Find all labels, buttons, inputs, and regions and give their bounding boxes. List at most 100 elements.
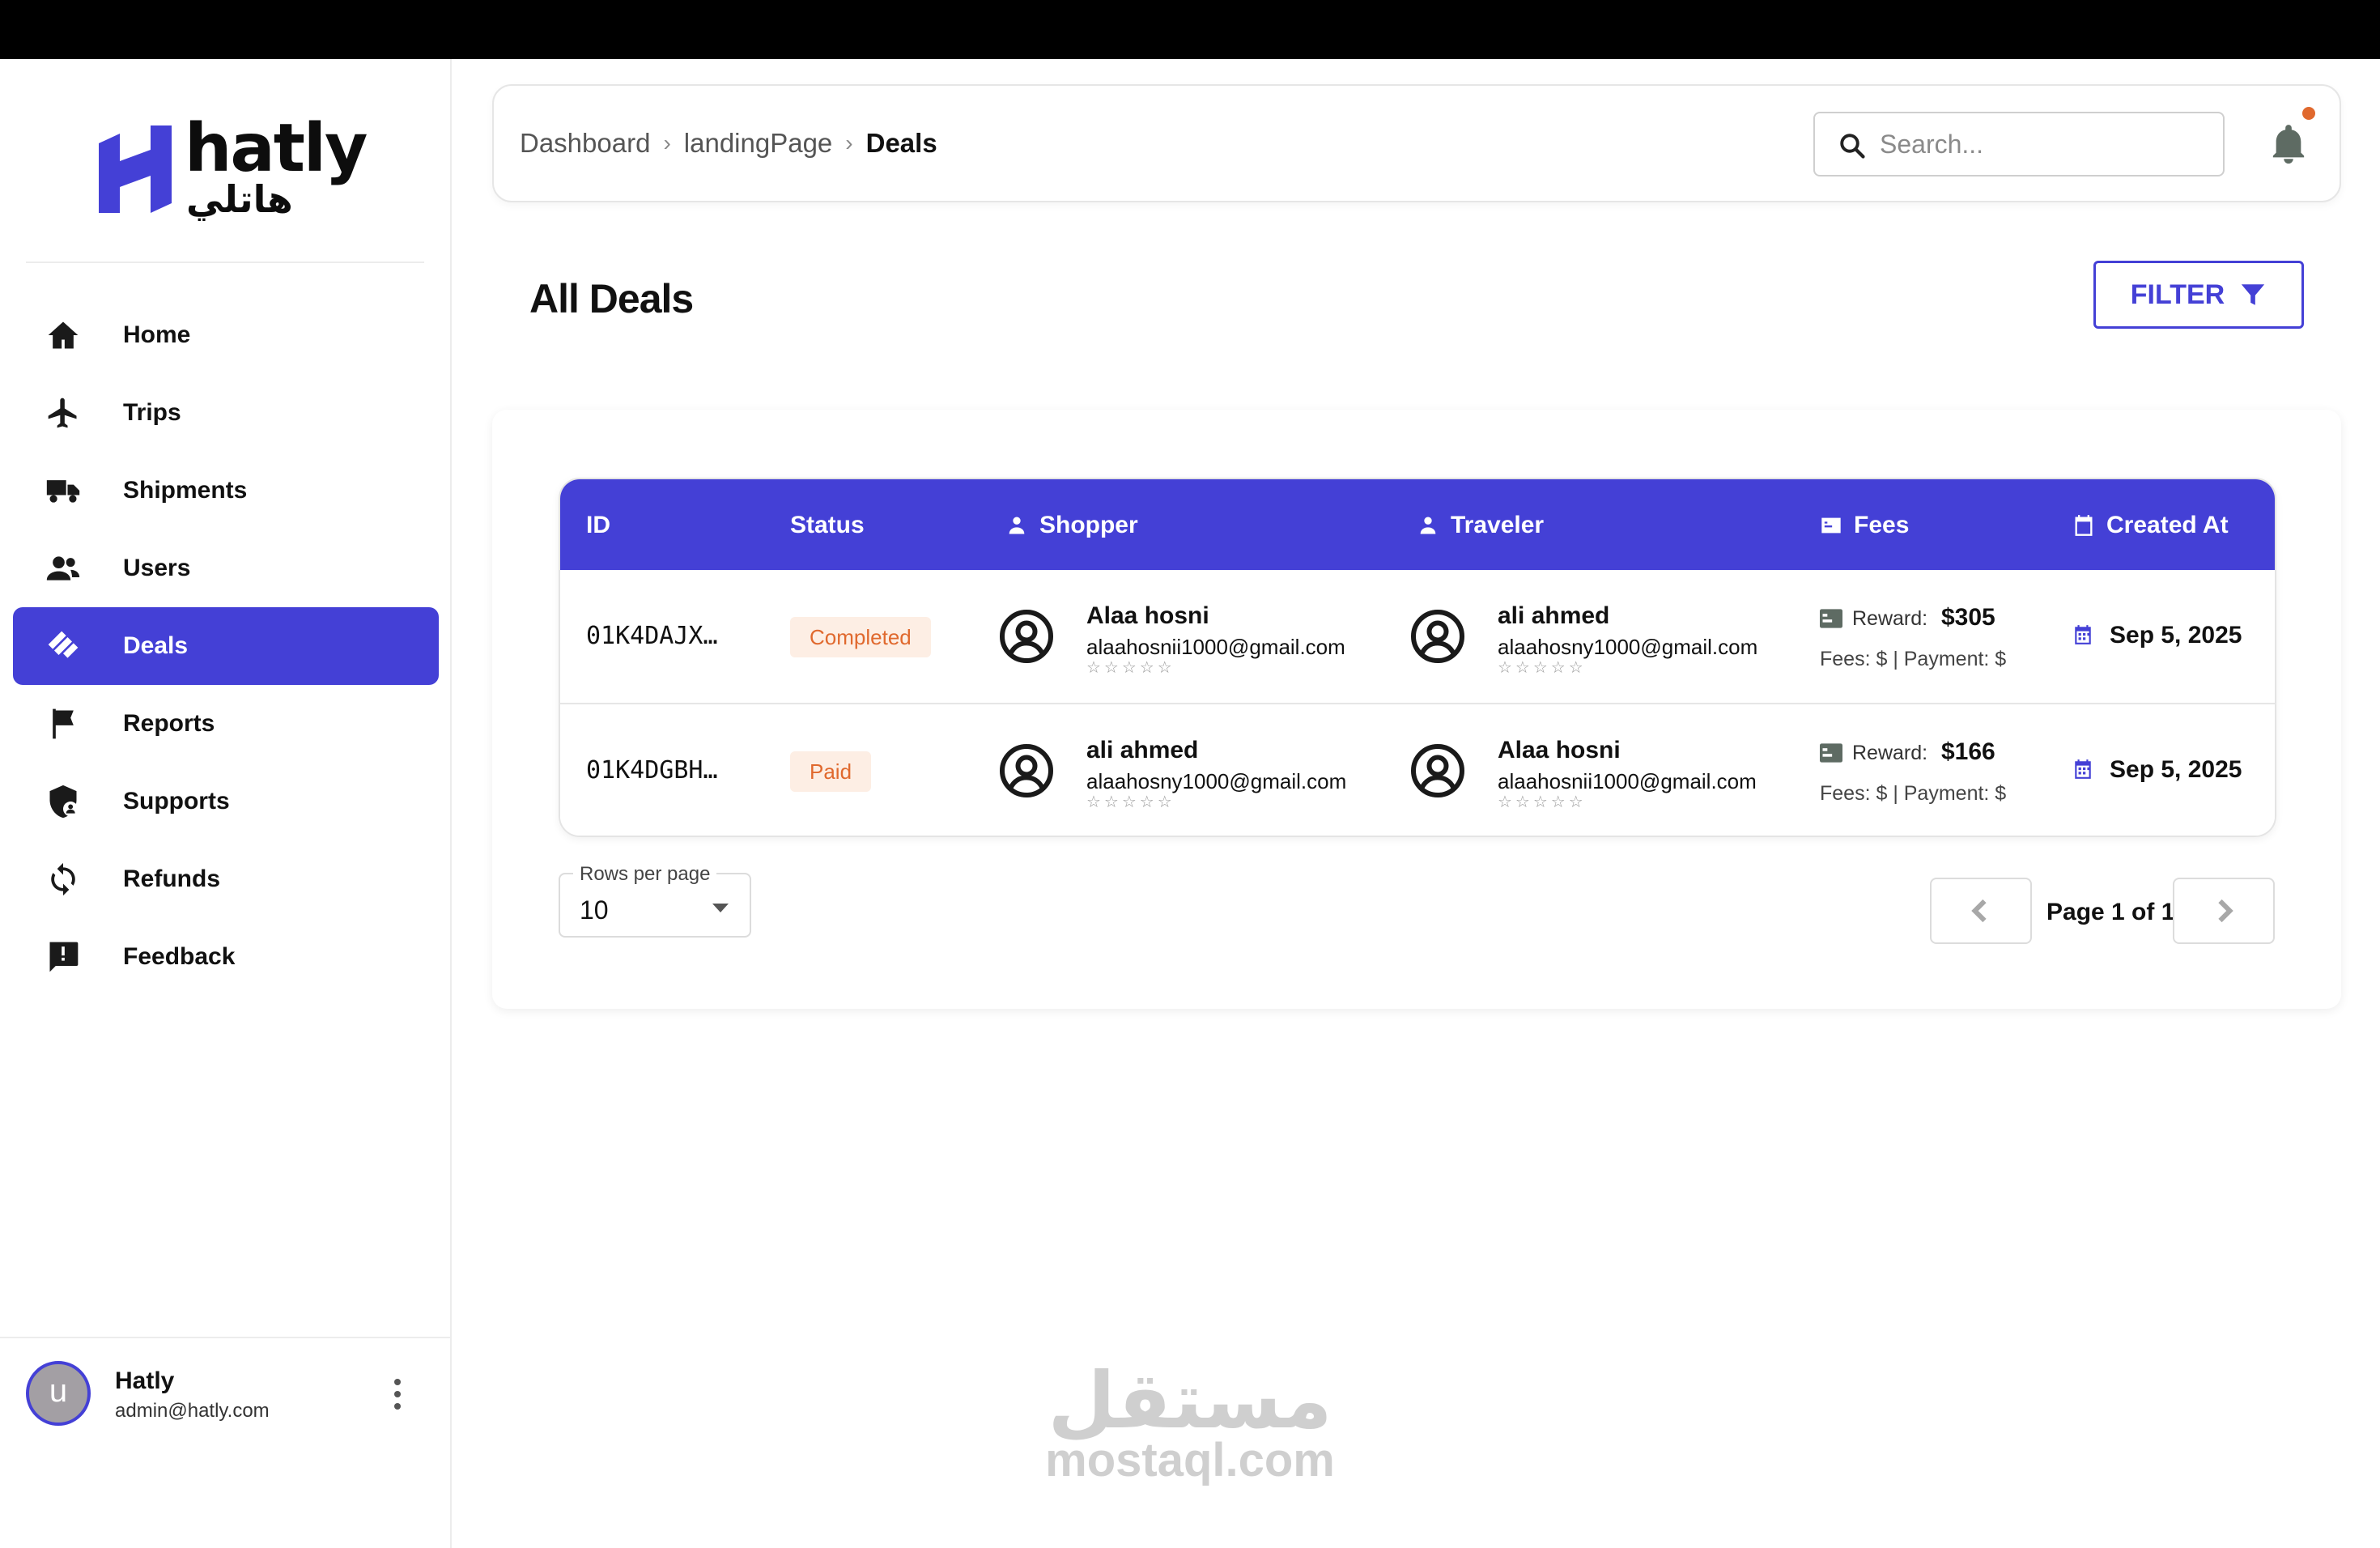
fees-payment-line: Fees: $ | Payment: $ [1820,782,2007,805]
sidebar-item-label: Deals [123,632,189,659]
column-header-shopper[interactable]: Shopper [1005,512,1138,539]
filter-button-label: FILTER [2130,279,2225,310]
traveler-email: alaahosny1000@gmail.com [1498,635,1758,659]
hatly-logo[interactable]: hatly هاتلي [99,116,368,219]
column-header-id[interactable]: ID [586,512,610,539]
column-label: Created At [2106,512,2229,538]
created-at-date: Sep 5, 2025 [2110,756,2242,783]
column-header-status[interactable]: Status [790,512,865,539]
caret-down-icon [712,904,729,912]
column-header-fees[interactable]: Fees [1820,512,1909,539]
avatar[interactable]: u [26,1361,91,1426]
user-menu-kebab-icon[interactable] [387,1372,408,1416]
page-title: All Deals [529,276,694,321]
shield-user-icon [45,784,81,819]
rows-per-page-select[interactable]: Rows per page 10 [559,863,751,938]
column-label: ID [586,512,610,538]
calendar-icon [2075,759,2091,779]
traveler-name[interactable]: Alaa hosni [1498,737,1621,764]
reward-label: Reward: [1852,742,1928,764]
watermark-latin: mostaql.com [1045,1434,1335,1486]
breadcrumb-landing-page[interactable]: landingPage [684,128,833,159]
table-row[interactable]: 01K4DAJX… Completed Alaa hosni alaahosni… [560,570,2275,703]
column-label: Status [790,512,865,538]
chevron-left-icon [1971,899,1987,923]
sidebar-item-label: Home [123,321,191,348]
sidebar-item-label: Supports [123,788,230,814]
created-at-date: Sep 5, 2025 [2110,622,2242,649]
table-header: ID Status Shopper Traveler Fees Created … [560,479,2275,570]
user-circle-icon [1411,610,1464,663]
watermark-arabic: مستقل [1048,1355,1332,1446]
sidebar-item-shipments[interactable]: Shipments [13,452,439,529]
shopper-rating-stars: ☆☆☆☆☆ [1086,659,1175,677]
user-email: admin@hatly.com [115,1400,270,1422]
calendar-icon [2075,515,2093,536]
airplane-icon [45,395,81,431]
reward-label: Reward: [1852,607,1928,630]
mostaql-watermark: مستقل mostaql.com [1044,1360,1336,1485]
traveler-rating-stars: ☆☆☆☆☆ [1498,659,1587,677]
sidebar-item-feedback[interactable]: Feedback [13,918,439,996]
logo-arabic-wordmark: هاتلي [186,177,293,221]
chevron-right-icon [2218,899,2233,923]
traveler-email: alaahosnii1000@gmail.com [1498,769,1757,793]
column-header-created-at[interactable]: Created At [2072,512,2229,539]
sidebar-item-users[interactable]: Users [13,529,439,607]
funnel-icon [2242,284,2265,305]
shopper-name[interactable]: ali ahmed [1086,737,1198,764]
sidebar-item-deals[interactable]: Deals [13,607,439,685]
search-icon [1840,134,1865,159]
sidebar-item-reports[interactable]: Reports [13,685,439,763]
search-box[interactable] [1813,112,2225,176]
deal-id: 01K4DGBH… [586,756,718,785]
shopper-name[interactable]: Alaa hosni [1086,602,1209,630]
sidebar-item-refunds[interactable]: Refunds [13,840,439,918]
sidebar-item-label: Shipments [123,477,248,504]
handshake-icon [45,628,81,664]
sidebar-user-divider [0,1337,450,1338]
person-icon [1420,517,1436,534]
sidebar-item-label: Refunds [123,865,220,892]
sidebar-item-supports[interactable]: Supports [13,763,439,840]
sidebar-nav: Home Trips Shipments Users Deals Reports… [13,296,439,996]
money-icon [1820,609,1842,628]
refresh-icon [45,861,81,897]
filter-button[interactable]: FILTER [2093,261,2304,329]
truck-icon [45,473,81,508]
sidebar-item-label: Reports [123,710,215,737]
column-header-traveler[interactable]: Traveler [1417,512,1544,539]
search-input[interactable] [1880,123,2204,165]
traveler-name[interactable]: ali ahmed [1498,602,1609,630]
calendar-icon [2075,625,2091,644]
hatly-logo-mark-icon [99,125,172,213]
status-badge: Paid [790,751,872,792]
reward-value: $166 [1941,738,1995,765]
breadcrumb-chevron-icon: › [663,130,671,155]
sidebar-item-home[interactable]: Home [13,296,439,374]
sidebar-item-trips[interactable]: Trips [13,374,439,452]
notification-bell-icon[interactable] [2270,125,2307,165]
user-circle-icon [1000,610,1053,663]
next-page-button[interactable] [2173,878,2275,944]
traveler-rating-stars: ☆☆☆☆☆ [1498,793,1587,811]
table-row[interactable]: 01K4DGBH… Paid ali ahmed alaahosny1000@g… [560,703,2275,836]
column-label: Traveler [1451,512,1545,538]
person-icon [1009,517,1025,534]
page-indicator: Page 1 of 1 [2046,899,2175,925]
deals-table: ID Status Shopper Traveler Fees Created … [559,478,2276,837]
fees-payment-line: Fees: $ | Payment: $ [1820,648,2007,670]
sidebar: hatly هاتلي Home Trips Shipments Users D… [0,59,452,1548]
rows-per-page-label: Rows per page [573,863,717,886]
logo-wordmark: hatly [185,110,368,187]
shopper-rating-stars: ☆☆☆☆☆ [1086,793,1175,811]
breadcrumb: Dashboard › landingPage › Deals [520,128,937,159]
rows-per-page-value: 10 [580,895,609,925]
column-label: Shopper [1039,512,1138,538]
breadcrumb-dashboard[interactable]: Dashboard [520,128,650,159]
notification-badge [2302,107,2315,120]
user-circle-icon [1000,744,1053,797]
user-name: Hatly [115,1367,175,1394]
top-header: Dashboard › landingPage › Deals [492,84,2341,202]
previous-page-button[interactable] [1930,878,2032,944]
